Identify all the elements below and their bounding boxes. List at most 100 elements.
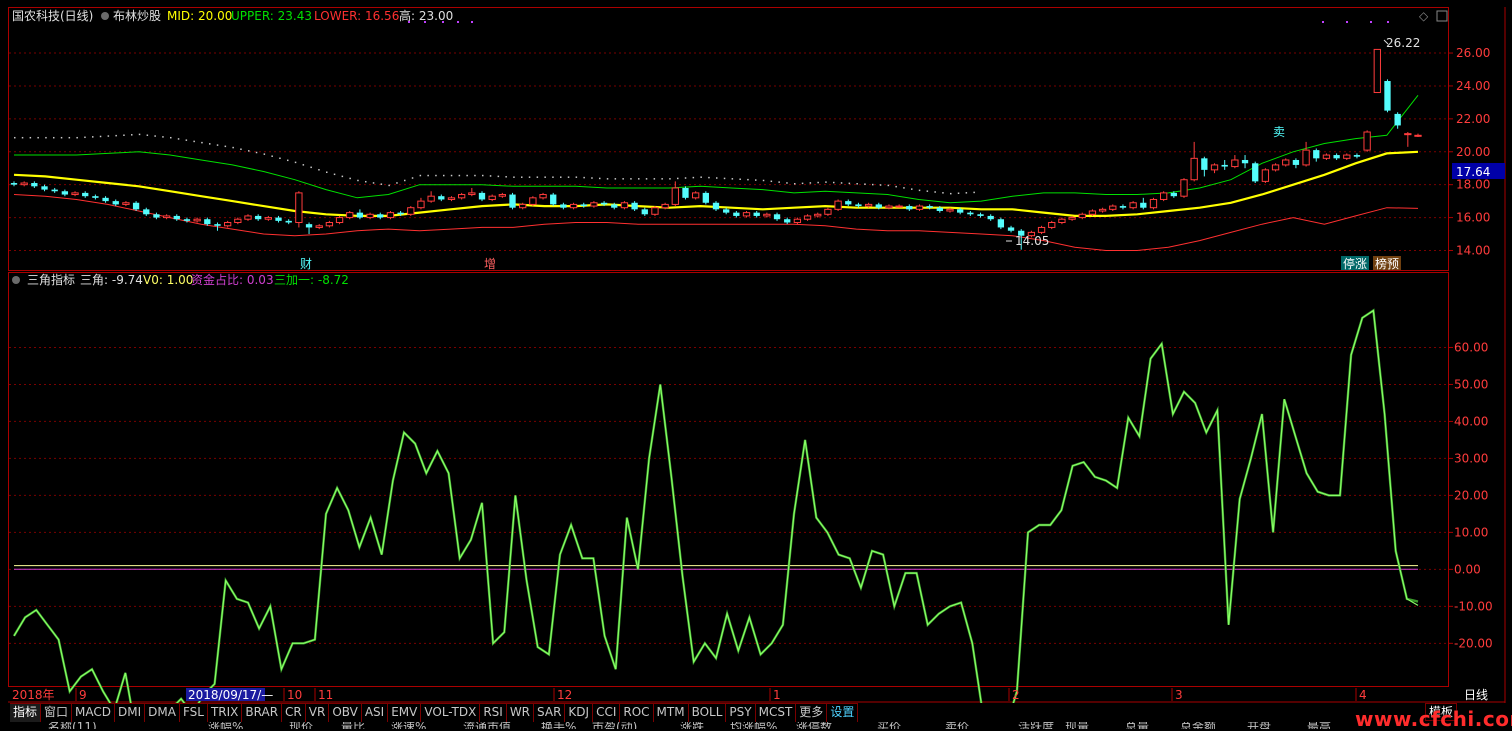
- candle: [51, 187, 58, 193]
- candle-body: [223, 222, 232, 227]
- tab-brar[interactable]: BRAR: [242, 704, 283, 722]
- column-header[interactable]: 均涨幅%: [730, 722, 777, 729]
- sell-marker: 卖: [1273, 125, 1285, 139]
- candle: [834, 199, 842, 211]
- candle: [814, 212, 822, 218]
- grid-lines: [9, 52, 1448, 644]
- column-header[interactable]: 涨跌: [680, 722, 704, 729]
- candle-body: [1404, 133, 1412, 136]
- tab-vr[interactable]: VR: [306, 704, 330, 722]
- column-header[interactable]: 买价: [877, 722, 901, 729]
- candle-body: [926, 206, 933, 208]
- dotted-point: [310, 166, 312, 169]
- tab-sar[interactable]: SAR: [534, 704, 566, 722]
- column-header[interactable]: 换手%: [541, 722, 576, 729]
- column-header[interactable]: 涨速%: [391, 722, 426, 729]
- sub-indicator-dropdown-icon[interactable]: [12, 276, 20, 284]
- tab-macd[interactable]: MACD: [72, 704, 116, 722]
- column-header[interactable]: 活跃度: [1018, 722, 1054, 729]
- column-header[interactable]: 量比: [341, 722, 365, 729]
- candle-body: [153, 214, 160, 218]
- cai-marker[interactable]: 财: [300, 257, 312, 271]
- dotted-point: [365, 180, 367, 183]
- candle-body: [1129, 202, 1137, 209]
- candle: [915, 204, 924, 211]
- dotted-point: [575, 176, 578, 178]
- dotted-point: [497, 175, 500, 178]
- column-header[interactable]: 现量: [1065, 722, 1089, 729]
- column-header[interactable]: 流通市值: [463, 722, 511, 729]
- period-label[interactable]: 日线: [1464, 688, 1488, 702]
- maximize-icon[interactable]: [1436, 10, 1448, 22]
- tab-roc[interactable]: ROC: [620, 704, 654, 722]
- tab-indicator[interactable]: 指标: [10, 704, 42, 722]
- column-header[interactable]: 总金额: [1180, 722, 1216, 729]
- dotted-point: [973, 191, 975, 194]
- column-header[interactable]: 市盈(动): [592, 722, 637, 729]
- indicator-dropdown-icon[interactable]: [101, 12, 109, 20]
- tab-cr[interactable]: CR: [282, 704, 306, 722]
- tingzhang-marker[interactable]: 停涨: [1343, 256, 1367, 271]
- tab-trix[interactable]: TRIX: [208, 704, 243, 722]
- zeng-marker[interactable]: 增: [484, 257, 496, 271]
- dotted-point: [583, 176, 585, 179]
- candle-body: [784, 219, 791, 223]
- dotted-point: [942, 192, 944, 194]
- tab-more[interactable]: 更多: [796, 704, 828, 722]
- tab-rsi[interactable]: RSI: [480, 704, 507, 722]
- candle-body: [1282, 159, 1290, 166]
- column-header[interactable]: 最高: [1307, 722, 1331, 729]
- dotted-point: [131, 134, 133, 136]
- candle-body: [193, 218, 201, 222]
- tab-kdj[interactable]: KDJ: [565, 704, 594, 722]
- candle: [1221, 159, 1228, 170]
- candle-body: [915, 205, 924, 210]
- signal-dot: [1370, 21, 1372, 23]
- tab-obv[interactable]: OBV: [329, 704, 362, 722]
- tab-mtm[interactable]: MTM: [654, 704, 689, 722]
- tab-fsl[interactable]: FSL: [180, 704, 208, 722]
- dotted-point: [388, 184, 390, 187]
- candle: [112, 199, 119, 207]
- sanjiao-line: [13, 309, 1419, 731]
- price-tick-label: 22.00: [1456, 112, 1490, 126]
- candle: [427, 191, 435, 203]
- column-header[interactable]: 开盘: [1247, 722, 1271, 729]
- chart-canvas[interactable]: 国农科技(日线) 布林炒股 MID: 20.00 UPPER: 23.43 LO…: [0, 0, 1512, 731]
- tab-mcst[interactable]: MCST: [756, 704, 797, 722]
- tab-vol-tdx[interactable]: VOL-TDX: [421, 704, 481, 722]
- column-header[interactable]: 卖价: [945, 722, 969, 729]
- candle: [1292, 158, 1300, 169]
- candle-body: [122, 202, 130, 205]
- window-controls: ◇: [1419, 9, 1448, 23]
- tab-psy[interactable]: PSY: [726, 704, 756, 722]
- candle-body: [143, 209, 150, 215]
- tab-asi[interactable]: ASI: [362, 704, 389, 722]
- column-header[interactable]: 现价: [289, 722, 313, 729]
- diamond-icon[interactable]: ◇: [1419, 9, 1429, 23]
- candle: [122, 201, 130, 207]
- tab-window[interactable]: 窗口: [41, 704, 73, 722]
- dotted-point: [536, 176, 539, 178]
- tab-boll[interactable]: BOLL: [689, 704, 727, 722]
- dotted-point: [739, 178, 741, 180]
- upper-value: UPPER: 23.43: [231, 9, 312, 23]
- candle: [377, 212, 384, 220]
- tab-dmi[interactable]: DMI: [115, 704, 146, 722]
- sub-tick-label: -20.00: [1454, 636, 1493, 650]
- dotted-point: [123, 134, 125, 136]
- dotted-point: [957, 192, 960, 194]
- tab-emv[interactable]: EMV: [388, 704, 422, 722]
- tab-cci[interactable]: CCI: [593, 704, 621, 722]
- tab-dma[interactable]: DMA: [145, 704, 180, 722]
- bangyu-marker[interactable]: 榜预: [1375, 256, 1399, 271]
- candle: [651, 206, 659, 216]
- column-header[interactable]: 涨幅%: [208, 722, 243, 729]
- dotted-point: [599, 177, 601, 180]
- column-header[interactable]: 涨停数: [796, 722, 832, 729]
- column-header[interactable]: 总量: [1125, 722, 1149, 729]
- column-header[interactable]: 名称(11): [48, 722, 97, 729]
- tab-settings[interactable]: 设置: [827, 704, 859, 722]
- candle-body: [1170, 192, 1177, 197]
- tab-wr[interactable]: WR: [507, 704, 535, 722]
